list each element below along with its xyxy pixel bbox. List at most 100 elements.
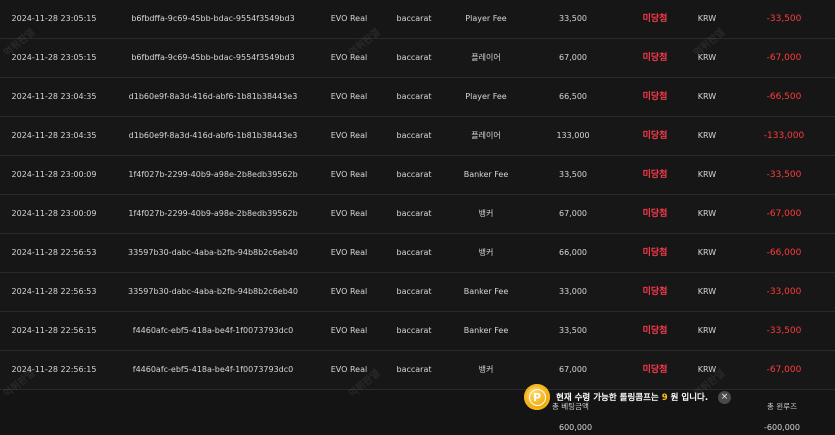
game-name: baccarat bbox=[396, 365, 432, 374]
toast-comp-amount: 9 bbox=[661, 393, 668, 403]
currency: KRW bbox=[697, 14, 717, 23]
currency: KRW bbox=[697, 131, 717, 140]
win-loss-amount: -133,000 bbox=[763, 131, 805, 141]
round-id: 33597b30-dabc-4aba-b2fb-94b8b2c6eb40 bbox=[128, 287, 298, 296]
result-status: 미당첨 bbox=[642, 92, 668, 102]
win-loss-amount: -67,000 bbox=[766, 365, 802, 375]
table-row: 2024-11-28 23:05:15 b6fbdffa-9c69-45bb-bd… bbox=[0, 0, 835, 39]
result-status: 미당첨 bbox=[642, 209, 668, 219]
win-loss-amount: -67,000 bbox=[766, 53, 802, 63]
game-name: baccarat bbox=[396, 131, 432, 140]
close-icon[interactable]: × bbox=[718, 390, 732, 404]
bet-time: 2024-11-28 22:56:15 bbox=[11, 326, 97, 335]
bet-time: 2024-11-28 23:04:35 bbox=[11, 131, 97, 140]
total-winloss-label: 총 윈루즈 bbox=[767, 402, 797, 411]
round-id: d1b60e9f-8a3d-416d-abf6-1b81b38443e3 bbox=[128, 131, 298, 140]
vendor-name: EVO Real bbox=[330, 287, 368, 296]
vendor-name: EVO Real bbox=[330, 170, 368, 179]
bet-type: Player Fee bbox=[465, 92, 507, 101]
bet-type: Player Fee bbox=[465, 14, 507, 23]
currency: KRW bbox=[697, 326, 717, 335]
game-name: baccarat bbox=[396, 326, 432, 335]
bet-amount: 33,500 bbox=[559, 326, 587, 335]
win-loss-amount: -33,500 bbox=[766, 170, 802, 180]
bet-type: Banker Fee bbox=[463, 170, 509, 179]
win-loss-amount: -33,000 bbox=[766, 287, 802, 297]
bet-type: 뱅커 bbox=[478, 209, 494, 218]
win-loss-amount: -33,500 bbox=[766, 14, 802, 24]
bet-type: 뱅커 bbox=[478, 248, 494, 257]
round-id: f4460afc-ebf5-418a-be4f-1f0073793dc0 bbox=[132, 326, 294, 335]
bet-type: Banker Fee bbox=[463, 287, 509, 296]
table-row: 2024-11-28 22:56:53 33597b30-dabc-4aba-b2… bbox=[0, 273, 835, 312]
currency: KRW bbox=[697, 287, 717, 296]
bet-amount: 33,000 bbox=[559, 287, 587, 296]
bet-amount: 66,000 bbox=[559, 248, 587, 257]
bet-type: 뱅커 bbox=[478, 365, 494, 374]
result-status: 미당첨 bbox=[642, 14, 668, 24]
coin-letter: P bbox=[528, 388, 546, 406]
bet-time: 2024-11-28 22:56:53 bbox=[11, 248, 97, 257]
result-status: 미당첨 bbox=[642, 170, 668, 180]
bet-amount: 133,000 bbox=[556, 131, 590, 140]
bet-time: 2024-11-28 23:05:15 bbox=[11, 53, 97, 62]
table-row: 2024-11-28 23:04:35 d1b60e9f-8a3d-416d-ab… bbox=[0, 117, 835, 156]
table-row: 2024-11-28 22:56:53 33597b30-dabc-4aba-b2… bbox=[0, 234, 835, 273]
bet-type: 플레이어 bbox=[471, 131, 501, 140]
result-status: 미당첨 bbox=[642, 53, 668, 63]
game-name: baccarat bbox=[396, 209, 432, 218]
result-status: 미당첨 bbox=[642, 326, 668, 336]
result-status: 미당첨 bbox=[642, 248, 668, 258]
vendor-name: EVO Real bbox=[330, 14, 368, 23]
currency: KRW bbox=[697, 53, 717, 62]
bet-amount: 66,500 bbox=[559, 92, 587, 101]
total-bet-value: 600,000 bbox=[559, 423, 593, 432]
round-id: 1f4f027b-2299-40b9-a98e-2b8edb39562b bbox=[128, 170, 298, 179]
vendor-name: EVO Real bbox=[330, 53, 368, 62]
bet-history-table: 2024-11-28 23:05:15 b6fbdffa-9c69-45bb-bd… bbox=[0, 0, 835, 390]
round-id: f4460afc-ebf5-418a-be4f-1f0073793dc0 bbox=[132, 365, 294, 374]
game-name: baccarat bbox=[396, 14, 432, 23]
toast-text-after: 원 입니다. bbox=[670, 393, 709, 403]
vendor-name: EVO Real bbox=[330, 131, 368, 140]
bet-amount: 67,000 bbox=[559, 53, 587, 62]
bet-amount: 33,500 bbox=[559, 14, 587, 23]
table-row: 2024-11-28 23:05:15 b6fbdffa-9c69-45bb-bd… bbox=[0, 39, 835, 78]
bet-time: 2024-11-28 23:00:09 bbox=[11, 170, 97, 179]
round-id: d1b60e9f-8a3d-416d-abf6-1b81b38443e3 bbox=[128, 92, 298, 101]
bet-type: Banker Fee bbox=[463, 326, 509, 335]
win-loss-amount: -67,000 bbox=[766, 209, 802, 219]
vendor-name: EVO Real bbox=[330, 248, 368, 257]
bet-time: 2024-11-28 23:00:09 bbox=[11, 209, 97, 218]
table-row: 2024-11-28 23:00:09 1f4f027b-2299-40b9-a9… bbox=[0, 195, 835, 234]
game-name: baccarat bbox=[396, 248, 432, 257]
vendor-name: EVO Real bbox=[330, 92, 368, 101]
win-loss-amount: -66,500 bbox=[766, 92, 802, 102]
bet-time: 2024-11-28 22:56:15 bbox=[11, 365, 97, 374]
toast-text-before: 현재 수령 가능한 롤링콤프는 bbox=[556, 393, 659, 403]
game-name: baccarat bbox=[396, 92, 432, 101]
bet-time: 2024-11-28 22:56:53 bbox=[11, 287, 97, 296]
toast-message: 현재 수령 가능한 롤링콤프는 9 원 입니다. bbox=[556, 391, 708, 403]
vendor-name: EVO Real bbox=[330, 326, 368, 335]
win-loss-amount: -33,500 bbox=[766, 326, 802, 336]
win-loss-amount: -66,000 bbox=[766, 248, 802, 258]
total-winloss-value: -600,000 bbox=[764, 423, 800, 432]
bet-time: 2024-11-28 23:04:35 bbox=[11, 92, 97, 101]
rolling-comp-toast[interactable]: P 현재 수령 가능한 롤링콤프는 9 원 입니다. × bbox=[524, 384, 732, 410]
round-id: 1f4f027b-2299-40b9-a98e-2b8edb39562b bbox=[128, 209, 298, 218]
round-id: b6fbdffa-9c69-45bb-bdac-9554f3549bd3 bbox=[131, 14, 295, 23]
vendor-name: EVO Real bbox=[330, 209, 368, 218]
vendor-name: EVO Real bbox=[330, 365, 368, 374]
currency: KRW bbox=[697, 248, 717, 257]
bet-amount: 33,500 bbox=[559, 170, 587, 179]
round-id: 33597b30-dabc-4aba-b2fb-94b8b2c6eb40 bbox=[128, 248, 298, 257]
game-name: baccarat bbox=[396, 287, 432, 296]
game-name: baccarat bbox=[396, 53, 432, 62]
table-row: 2024-11-28 22:56:15 f4460afc-ebf5-418a-be… bbox=[0, 312, 835, 351]
bet-amount: 67,000 bbox=[559, 209, 587, 218]
table-row: 2024-11-28 23:00:09 1f4f027b-2299-40b9-a9… bbox=[0, 156, 835, 195]
currency: KRW bbox=[697, 170, 717, 179]
bet-time: 2024-11-28 23:05:15 bbox=[11, 14, 97, 23]
round-id: b6fbdffa-9c69-45bb-bdac-9554f3549bd3 bbox=[131, 53, 295, 62]
